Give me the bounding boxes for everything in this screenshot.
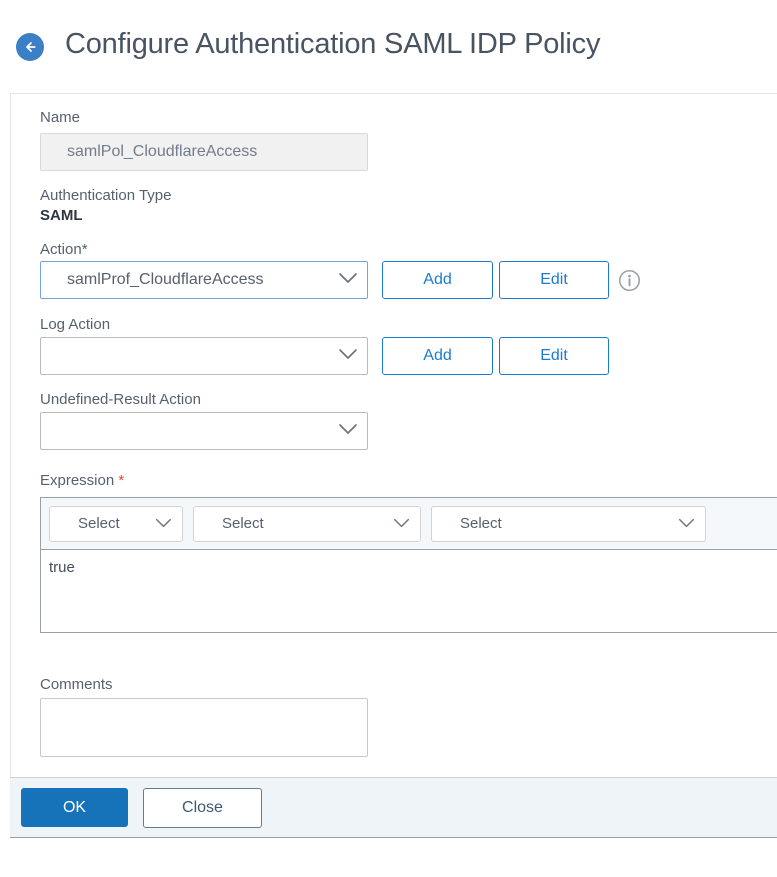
- name-label: Name: [40, 108, 80, 127]
- chevron-down-icon: [338, 347, 358, 365]
- page-title: Configure Authentication SAML IDP Policy: [65, 28, 600, 61]
- expression-select-3-value: Select: [460, 515, 502, 532]
- required-asterisk: *: [118, 472, 124, 489]
- action-dropdown-value: samlProf_CloudflareAccess: [67, 271, 264, 289]
- log-action-edit-button[interactable]: Edit: [499, 337, 609, 375]
- expression-select-1[interactable]: Select: [49, 506, 183, 542]
- expression-input[interactable]: true: [41, 550, 777, 627]
- log-action-row: Add Edit: [40, 337, 609, 375]
- auth-type-label: Authentication Type: [40, 186, 171, 205]
- expression-select-1-value: Select: [78, 515, 120, 532]
- log-action-label: Log Action: [40, 315, 110, 334]
- undefined-result-action-label: Undefined-Result Action: [40, 390, 201, 409]
- chevron-down-icon: [338, 422, 358, 440]
- log-action-dropdown[interactable]: [40, 337, 368, 375]
- chevron-down-icon: [393, 515, 410, 532]
- name-input[interactable]: [40, 133, 368, 171]
- undefined-result-action-row: [40, 412, 368, 450]
- chevron-down-icon: [155, 515, 172, 532]
- action-edit-button[interactable]: Edit: [499, 261, 609, 299]
- action-dropdown[interactable]: samlProf_CloudflareAccess: [40, 261, 368, 299]
- expression-label-text: Expression: [40, 472, 114, 489]
- comments-input[interactable]: [40, 698, 368, 757]
- arrow-left-icon: [22, 39, 38, 55]
- comments-label: Comments: [40, 675, 113, 694]
- action-label: Action*: [40, 240, 88, 259]
- ok-button[interactable]: OK: [21, 788, 128, 827]
- auth-type-value: SAML: [40, 207, 83, 224]
- action-add-button[interactable]: Add: [382, 261, 493, 299]
- page-header: Configure Authentication SAML IDP Policy: [0, 0, 777, 93]
- action-bar: OK Close: [10, 777, 777, 838]
- log-action-add-button[interactable]: Add: [382, 337, 493, 375]
- info-icon[interactable]: [618, 269, 641, 292]
- chevron-down-icon: [678, 515, 695, 532]
- expression-editor: Select Select Select: [40, 497, 777, 633]
- back-button[interactable]: [16, 33, 44, 61]
- action-row: samlProf_CloudflareAccess Add Edit: [40, 261, 641, 299]
- form-panel: Name Authentication Type SAML Action* sa…: [10, 93, 777, 777]
- expression-label: Expression *: [40, 471, 124, 490]
- expression-editor-toolbar: Select Select Select: [41, 498, 777, 550]
- close-button[interactable]: Close: [143, 788, 262, 828]
- chevron-down-icon: [338, 271, 358, 289]
- expression-select-3[interactable]: Select: [431, 506, 706, 542]
- expression-select-2-value: Select: [222, 515, 264, 532]
- expression-select-2[interactable]: Select: [193, 506, 421, 542]
- undefined-result-action-dropdown[interactable]: [40, 412, 368, 450]
